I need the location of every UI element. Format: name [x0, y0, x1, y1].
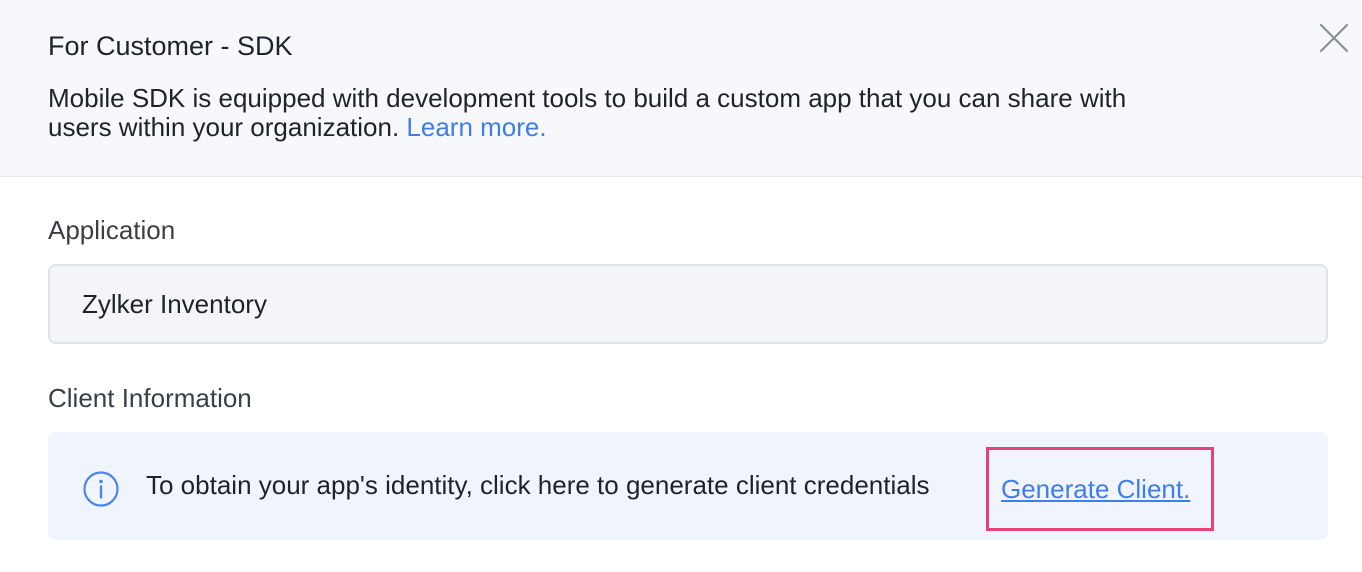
close-button[interactable] — [1316, 20, 1352, 56]
dialog-title: For Customer - SDK — [48, 31, 293, 61]
generate-client-link[interactable]: Generate Client. — [1001, 472, 1190, 506]
info-icon — [83, 471, 119, 507]
dialog-header: For Customer - SDK Mobile SDK is equippe… — [0, 0, 1362, 177]
client-information-label: Client Information — [48, 383, 252, 413]
dialog-description: Mobile SDK is equipped with development … — [48, 84, 1168, 142]
client-info-text: To obtain your app's identity, click her… — [146, 470, 930, 500]
application-label: Application — [48, 215, 176, 245]
application-field[interactable] — [48, 264, 1328, 344]
description-text: Mobile SDK is equipped with development … — [48, 83, 1127, 142]
learn-more-link[interactable]: Learn more. — [406, 112, 546, 142]
generate-client-highlight: Generate Client. — [986, 447, 1214, 531]
close-icon — [1319, 23, 1349, 53]
